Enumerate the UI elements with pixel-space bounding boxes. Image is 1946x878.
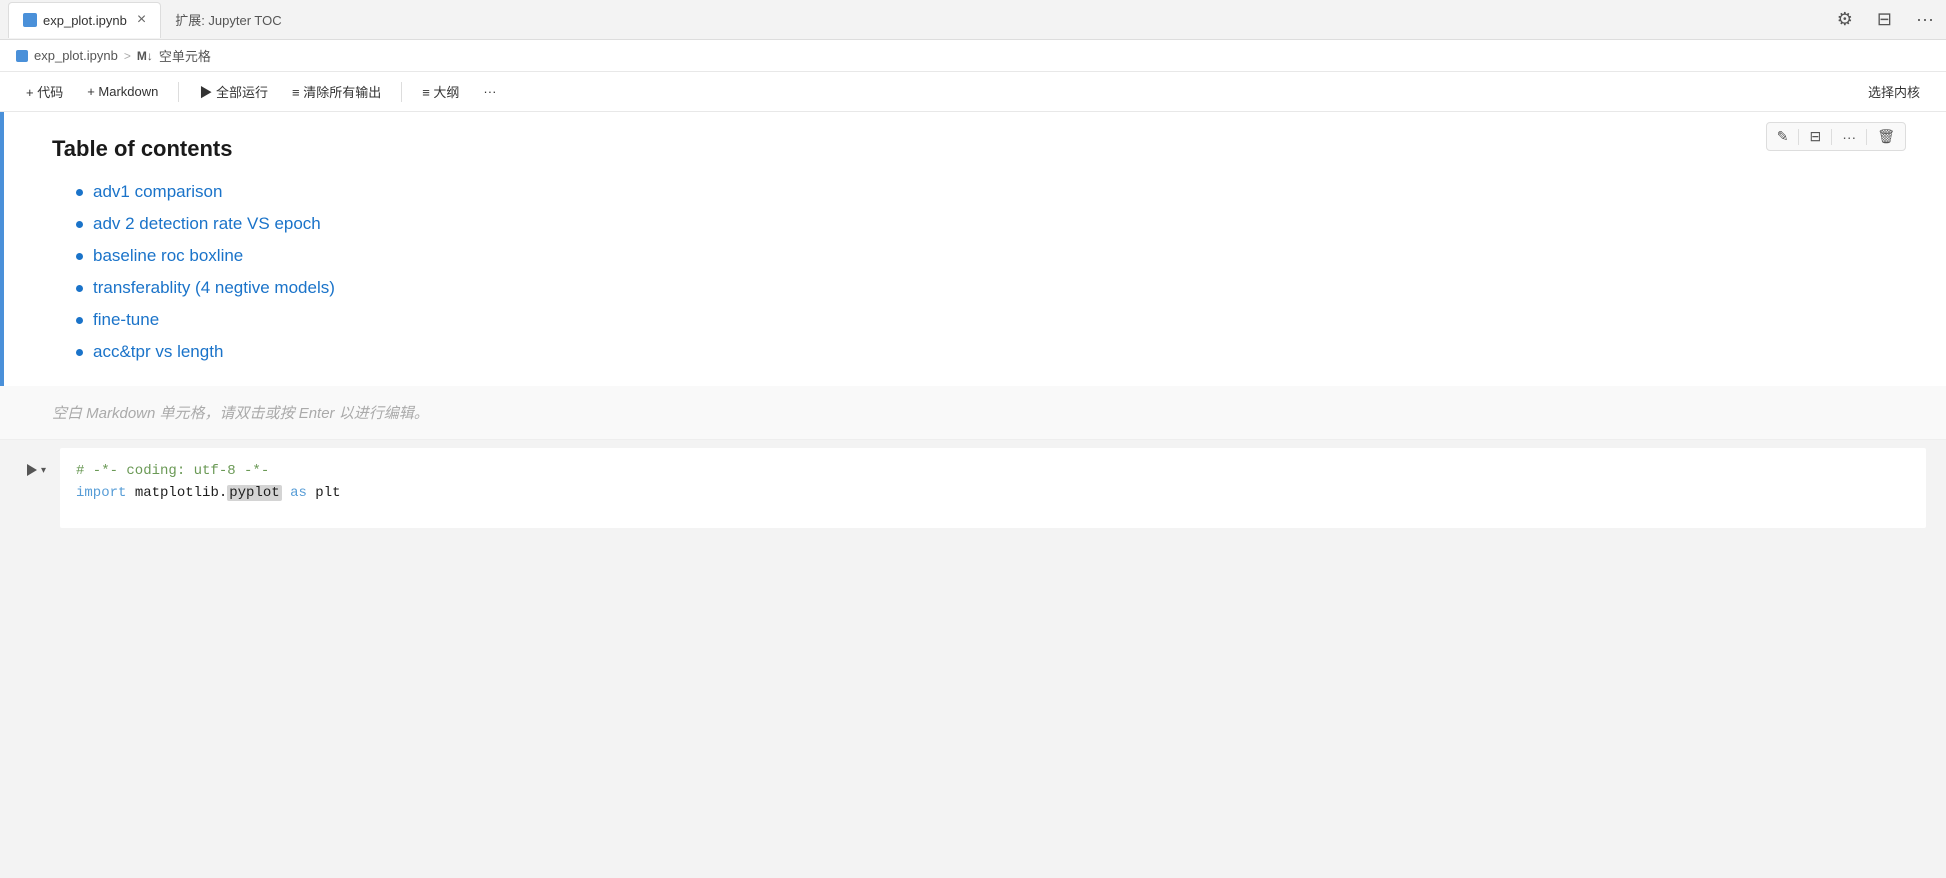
main-content: ✎ ⊟ ··· 🗑 Table of contents adv1 compari… [0,112,1946,878]
code-module-highlight: pyplot [227,485,281,501]
cell-toolbar: ✎ ⊟ ··· 🗑 [1766,122,1906,151]
run-triangle-icon [27,464,37,476]
code-module-prefix: matplotlib. [135,485,227,501]
cell-edit-button[interactable]: ✎ [1771,125,1795,148]
code-line-2: import matplotlib.pyplot as plt [76,482,1910,504]
toc-bullet-5 [76,317,83,324]
tab-bar-right: ⚙ ⊟ ··· [1833,5,1938,34]
breadcrumb-cell-label: 空单元格 [159,46,211,65]
list-item: fine-tune [76,310,1898,330]
settings-button[interactable]: ⚙ [1833,5,1857,34]
tab-close-button[interactable]: × [137,12,146,28]
code-cell-gutter: ▾ [0,448,60,528]
markdown-cell-wrapper: ✎ ⊟ ··· 🗑 Table of contents adv1 compari… [0,112,1946,386]
toc-heading: Table of contents [52,136,1898,162]
list-item: baseline roc boxline [76,246,1898,266]
split-editor-button[interactable]: ⊟ [1873,5,1896,34]
markdown-cell[interactable]: ✎ ⊟ ··· 🗑 Table of contents adv1 compari… [4,112,1946,386]
cell-toolbar-sep-1 [1798,129,1799,145]
cell-more-button[interactable]: ··· [1836,126,1862,148]
toc-link-1[interactable]: adv1 comparison [93,182,222,202]
tab-inactive-label: 扩展: Jupyter TOC [175,13,281,28]
code-cell[interactable]: # -*- coding: utf-8 -*- import matplotli… [60,448,1926,528]
code-comment-1: # -*- coding: utf-8 -*- [76,463,269,479]
toc-link-4[interactable]: transferablity (4 negtive models) [93,278,335,298]
code-as-kw: as [290,485,307,501]
toc-bullet-3 [76,253,83,260]
list-item: transferablity (4 negtive models) [76,278,1898,298]
code-line-1: # -*- coding: utf-8 -*- [76,460,1910,482]
cell-toolbar-sep-2 [1831,129,1832,145]
breadcrumb-file-icon [16,50,28,62]
breadcrumb-bar: exp_plot.ipynb > M↓ 空单元格 [0,40,1946,72]
clear-output-button[interactable]: ≡ 清除所有输出 [282,78,391,105]
select-kernel-button[interactable]: 选择内核 [1858,78,1930,105]
toolbar-more-button[interactable]: ··· [473,80,506,103]
toc-link-3[interactable]: baseline roc boxline [93,246,243,266]
breadcrumb-cell-type: M↓ [137,49,153,63]
run-cell-button[interactable]: ▾ [23,462,50,478]
tab-active[interactable]: exp_plot.ipynb × [8,2,161,38]
tab-inactive[interactable]: 扩展: Jupyter TOC [161,4,295,35]
notebook-icon [23,13,37,27]
list-item: adv 2 detection rate VS epoch [76,214,1898,234]
toc-link-6[interactable]: acc&tpr vs length [93,342,223,362]
tab-bar: exp_plot.ipynb × 扩展: Jupyter TOC ⚙ ⊟ ··· [0,0,1946,40]
toc-bullet-6 [76,349,83,356]
tab-active-label: exp_plot.ipynb [43,13,127,28]
list-item: acc&tpr vs length [76,342,1898,362]
tab-bar-left: exp_plot.ipynb × 扩展: Jupyter TOC [8,2,296,38]
empty-markdown-placeholder: 空白 Markdown 单元格，请双击或按 Enter 以进行编辑。 [52,405,429,422]
breadcrumb-file: exp_plot.ipynb [34,48,118,63]
toc-link-2[interactable]: adv 2 detection rate VS epoch [93,214,321,234]
add-markdown-button[interactable]: + Markdown [77,80,168,103]
list-item: adv1 comparison [76,182,1898,202]
toc-bullet-1 [76,189,83,196]
cell-toolbar-sep-3 [1866,129,1867,145]
add-code-button[interactable]: + 代码 [16,78,73,105]
cell-split-button[interactable]: ⊟ [1803,125,1827,148]
toc-list: adv1 comparison adv 2 detection rate VS … [52,182,1898,362]
more-options-button[interactable]: ··· [1912,5,1938,34]
run-all-button[interactable]: ▶ 全部运行 [189,78,278,105]
toolbar-separator-2 [401,82,402,102]
chevron-down-icon: ▾ [41,465,46,476]
outline-button[interactable]: ≡ 大纲 [412,78,469,105]
code-alias-name: plt [315,485,340,501]
toc-bullet-2 [76,221,83,228]
notebook-toolbar: + 代码 + Markdown ▶ 全部运行 ≡ 清除所有输出 ≡ 大纲 ···… [0,72,1946,112]
breadcrumb-separator: > [124,49,131,63]
empty-markdown-cell[interactable]: 空白 Markdown 单元格，请双击或按 Enter 以进行编辑。 [0,386,1946,440]
toc-bullet-4 [76,285,83,292]
code-cell-wrapper: ▾ # -*- coding: utf-8 -*- import matplot… [0,440,1946,528]
cell-delete-button[interactable]: 🗑 [1871,125,1901,148]
code-import-keyword: import [76,485,126,501]
toolbar-separator-1 [178,82,179,102]
toc-link-5[interactable]: fine-tune [93,310,159,330]
